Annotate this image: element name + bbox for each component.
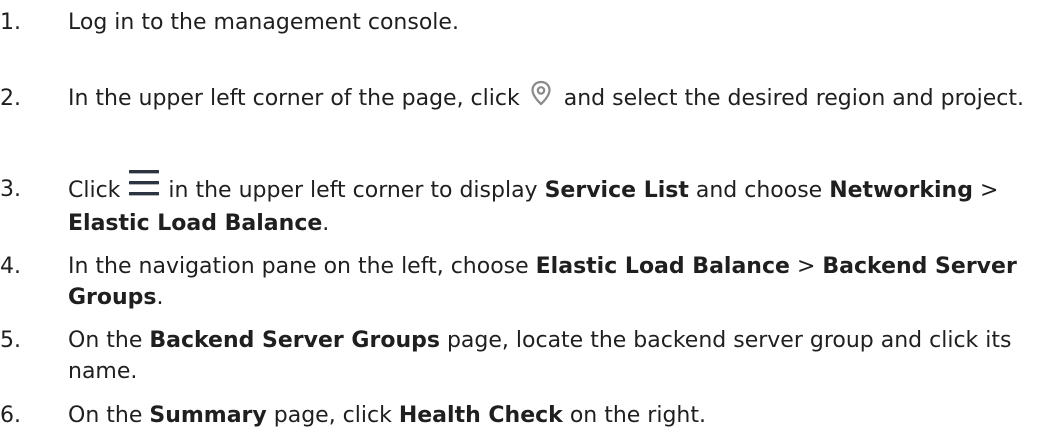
step-3-mid: in the upper left corner to display	[168, 178, 538, 203]
step-number: 3.	[0, 177, 21, 202]
location-pin-icon	[526, 78, 556, 108]
step-1-text: Log in to the management console.	[68, 10, 459, 35]
step-5-pre: On the	[68, 328, 143, 353]
health-check-term: Health Check	[398, 403, 563, 428]
elastic-load-balance-term: Elastic Load Balance	[535, 254, 790, 279]
path-separator: >	[796, 254, 816, 279]
step-text: On the Backend Server Groups page, locat…	[68, 325, 1038, 387]
backend-server-groups-term: Backend Server Groups	[149, 328, 440, 353]
step-3-pre: Click	[68, 178, 121, 203]
elastic-load-balance-term: Elastic Load Balance	[68, 211, 323, 236]
step-number: 5.	[0, 328, 21, 353]
networking-term: Networking	[829, 178, 973, 203]
step-6-mid: page, click	[273, 403, 392, 428]
menu-hamburger-icon	[128, 166, 160, 200]
step-2-pre: In the upper left corner of the page, cl…	[68, 86, 520, 111]
step-text: On the Summary page, click Health Check …	[68, 400, 1038, 431]
step-4-end: .	[156, 285, 164, 310]
step-2-post: and select the desired region and projec…	[563, 86, 1024, 111]
step-4-pre: In the navigation pane on the left, choo…	[68, 254, 529, 279]
step-text: In the upper left corner of the page, cl…	[68, 80, 1038, 114]
service-list-term: Service List	[544, 178, 689, 203]
step-3-choose: and choose	[695, 178, 823, 203]
summary-term: Summary	[149, 403, 267, 428]
step-text: Log in to the management console.	[68, 7, 1038, 38]
step-6-post: on the right.	[569, 403, 706, 428]
step-text: In the navigation pane on the left, choo…	[68, 251, 1038, 313]
step-3-end: .	[322, 211, 330, 236]
step-text: Click in the upper left corner to displa…	[68, 170, 1038, 239]
step-6-pre: On the	[68, 403, 143, 428]
step-number: 6.	[0, 403, 21, 428]
path-separator: >	[979, 178, 999, 203]
step-number: 2.	[0, 86, 21, 111]
step-number: 4.	[0, 254, 21, 279]
step-number: 1.	[0, 10, 21, 35]
